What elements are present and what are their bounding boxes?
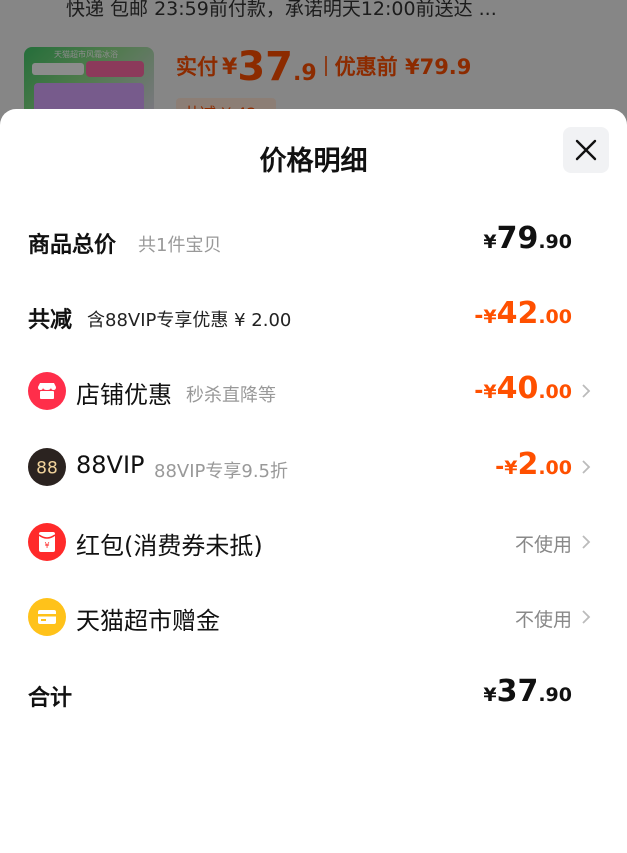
chevron-right-icon [582, 460, 591, 474]
gift-money-status: 不使用 [514, 609, 572, 631]
total-amount: ¥37.90 [483, 674, 572, 709]
close-button[interactable] [563, 127, 609, 173]
row-88vip[interactable]: 88 88VIP 88VIP专享9.5折 -¥2.00 [28, 447, 599, 487]
shop-discount-note: 秒杀直降等 [186, 385, 276, 406]
sheet-title: 价格明细 [259, 146, 368, 177]
chevron-right-icon [582, 535, 591, 549]
vip-discount-amount: -¥2.00 [495, 447, 572, 482]
chevron-right-icon [582, 610, 591, 624]
red-envelope-label: 红包(消费券未抵) [76, 532, 263, 560]
chevron-right-icon [582, 384, 591, 398]
red-envelope-icon: ¥ [28, 523, 66, 561]
row-gift-money[interactable]: 天猫超市赠金 不使用 [28, 597, 599, 637]
shop-discount-label: 店铺优惠 [76, 381, 172, 409]
goods-total-count: 共1件宝贝 [138, 235, 222, 256]
row-total-discount: 共减 含88VIP专享优惠 ¥ 2.00 -¥42.00 [28, 296, 599, 336]
total-label: 合计 [28, 686, 73, 711]
row-shop-discount[interactable]: 店铺优惠 秒杀直降等 -¥40.00 [28, 371, 599, 411]
vip-label: 88VIP [76, 451, 145, 479]
close-icon [575, 139, 597, 161]
shop-discount-amount: -¥40.00 [474, 371, 572, 406]
shop-icon [28, 372, 66, 410]
goods-total-label: 商品总价 [28, 233, 117, 258]
goods-total-amount: ¥79.90 [483, 221, 572, 256]
svg-text:¥: ¥ [44, 541, 49, 550]
total-discount-label: 共减 [28, 308, 73, 333]
price-detail-sheet: 价格明细 商品总价 共1件宝贝 ¥79.90 共减 含88VIP专享优惠 ¥ 2… [0, 109, 627, 853]
vip88-icon: 88 [28, 448, 66, 486]
row-total: 合计 ¥37.90 [28, 674, 599, 714]
svg-text:88: 88 [36, 459, 58, 479]
total-discount-amount: -¥42.00 [474, 296, 572, 331]
row-goods-total: 商品总价 共1件宝贝 ¥79.90 [28, 221, 599, 261]
row-red-envelope[interactable]: ¥ 红包(消费券未抵) 不使用 [28, 522, 599, 562]
gift-money-label: 天猫超市赠金 [76, 607, 220, 635]
gift-card-icon [28, 598, 66, 636]
red-envelope-status: 不使用 [514, 534, 572, 556]
vip-note: 88VIP专享9.5折 [154, 461, 289, 482]
total-discount-note: 含88VIP专享优惠 ¥ 2.00 [87, 310, 292, 331]
